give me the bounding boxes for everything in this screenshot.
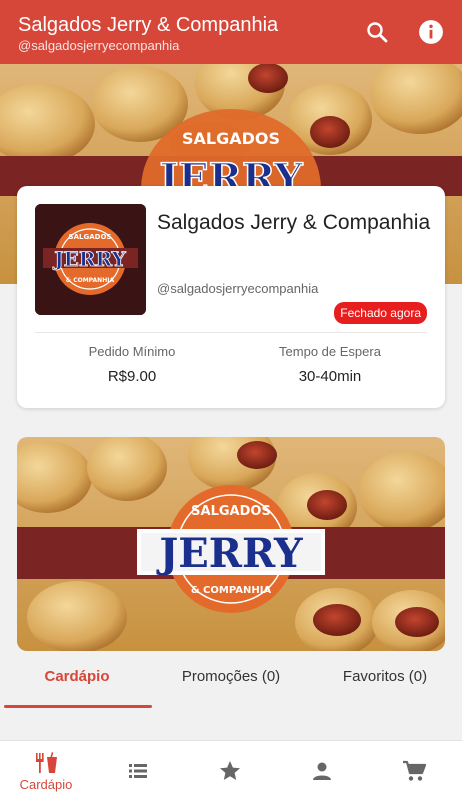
tab-label: Cardápio (44, 668, 110, 685)
nav-item-cart[interactable] (368, 741, 460, 800)
tab-label: Favoritos (0) (342, 668, 428, 685)
app-title: Salgados Jerry & Companhia (18, 14, 279, 36)
tab-label: Promoções (0) (181, 668, 281, 685)
divider (35, 332, 427, 333)
cart-icon (403, 760, 427, 781)
bottom-nav: Cardápio (0, 740, 462, 800)
cutlery-icon (36, 751, 57, 773)
store-handle: @salgadosjerryecompanhia (157, 281, 319, 296)
svg-text:JERRY: JERRY (52, 247, 126, 271)
info-icon (419, 20, 443, 44)
app-subtitle: @salgadosjerryecompanhia (18, 38, 180, 53)
svg-text:SALGADOS: SALGADOS (191, 504, 271, 519)
search-icon (367, 22, 388, 43)
person-icon (313, 762, 331, 780)
info-button[interactable] (416, 17, 446, 47)
svg-text:& COMPANHIA: & COMPANHIA (66, 277, 115, 284)
wait-time-stat: Tempo de Espera 30-40min (235, 344, 425, 385)
menu-tabs: Cardápio Promoções (0) Favoritos (0) (0, 660, 462, 708)
nav-item-favorites[interactable] (184, 741, 276, 800)
status-badge: Fechado agora (334, 302, 427, 324)
min-order-stat: Pedido Mínimo R$9.00 (37, 344, 227, 385)
wait-time-value: 30-40min (298, 368, 362, 385)
svg-text:& COMPANHIA: & COMPANHIA (191, 585, 272, 596)
tab-promocoes[interactable]: Promoções (0) (154, 668, 308, 708)
star-icon (220, 761, 240, 780)
nav-label: Cardápio (19, 776, 73, 792)
search-button[interactable] (362, 17, 392, 47)
tab-cardapio[interactable]: Cardápio (0, 668, 154, 708)
list-icon (129, 764, 147, 778)
svg-text:JERRY: JERRY (156, 530, 303, 577)
min-order-value: R$9.00 (107, 368, 157, 385)
active-tab-indicator (4, 705, 152, 708)
min-order-label: Pedido Mínimo (88, 344, 176, 359)
tab-favoritos[interactable]: Favoritos (0) (308, 668, 462, 708)
nav-item-profile[interactable] (276, 741, 368, 800)
svg-text:SALGADOS: SALGADOS (182, 129, 280, 148)
promo-image[interactable]: SALGADOS JERRY & COMPANHIA (17, 437, 445, 651)
store-info-card: SALGADOS JERRY & COMPANHIA Salgados Jerr… (17, 186, 445, 408)
app-bar: Salgados Jerry & Companhia @salgadosjerr… (0, 0, 462, 64)
wait-time-label: Tempo de Espera (279, 344, 381, 359)
svg-text:SALGADOS: SALGADOS (69, 233, 112, 241)
nav-item-cardapio[interactable]: Cardápio (0, 741, 92, 800)
store-name: Salgados Jerry & Companhia (157, 211, 431, 234)
store-logo: SALGADOS JERRY & COMPANHIA (35, 204, 146, 315)
nav-item-list[interactable] (92, 741, 184, 800)
